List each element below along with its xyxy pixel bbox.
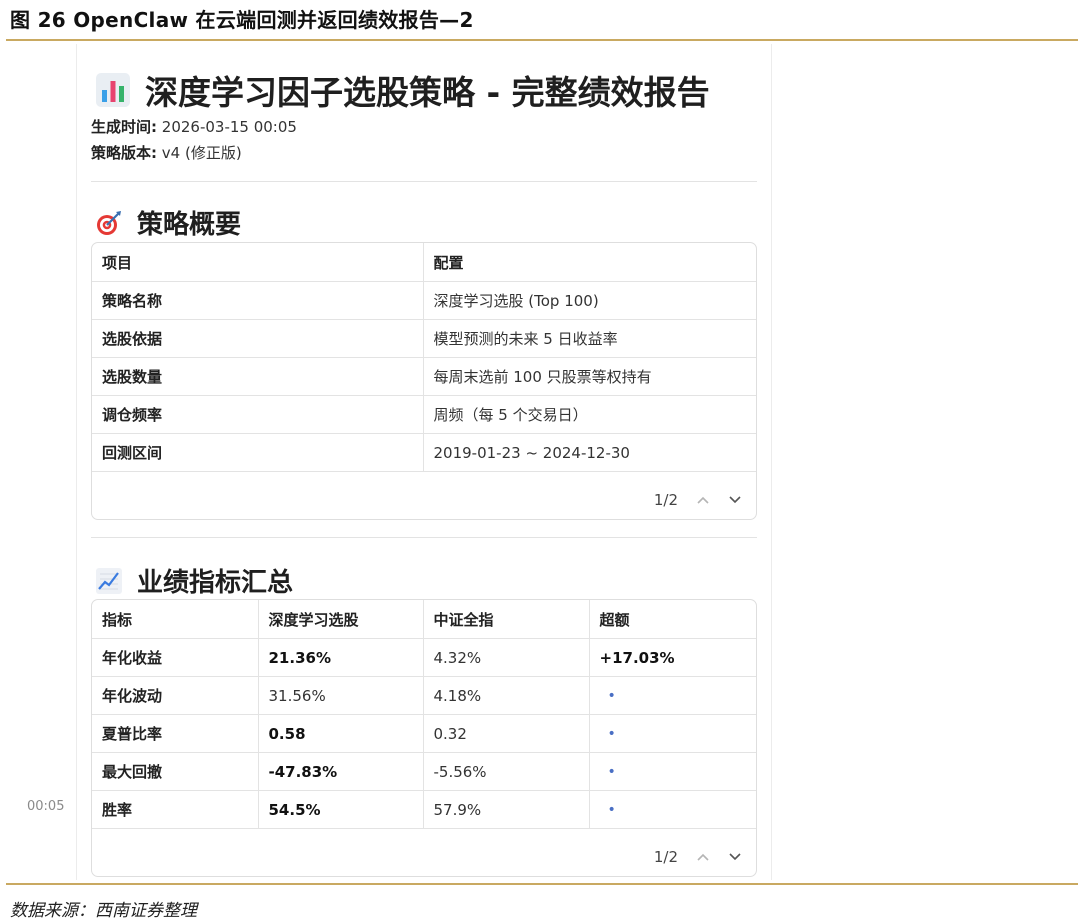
summary-heading-text: 策略概要 [137, 210, 242, 240]
strategy-version: 策略版本: v4 (修正版) [91, 142, 242, 163]
summary-pager: 1/2 [654, 491, 742, 509]
table-cell: 54.5% [258, 790, 424, 829]
table-row: 选股数量 每周末选前 100 只股票等权持有 [92, 357, 756, 396]
table-cell: 夏普比率 [92, 714, 259, 753]
column-header: 深度学习选股 [258, 600, 424, 639]
table-cell: -5.56% [423, 752, 590, 791]
table-row: 胜率 54.5% 57.9% • [92, 790, 756, 829]
bar-chart-icon [96, 73, 130, 107]
summary-table: 项目 配置 策略名称 深度学习选股 (Top 100) 选股依据 模型预测的未来… [92, 243, 756, 472]
generated-value: 2026-03-15 00:05 [161, 118, 297, 136]
page-indicator: 1/2 [653, 491, 678, 509]
figure-source: 数据来源：西南证券整理 [10, 901, 197, 921]
table-header-row: 项目 配置 [92, 243, 756, 282]
chevron-up-icon[interactable] [696, 852, 710, 862]
version-label: 策略版本: [91, 144, 157, 162]
metrics-table-container: 指标 深度学习选股 中证全指 超额 年化收益 21.36% 4.32% +17.… [91, 599, 757, 877]
column-header: 中证全指 [423, 600, 590, 639]
table-cell: 2019-01-23 ~ 2024-12-30 [423, 433, 756, 472]
table-cell: • [589, 790, 756, 829]
table-cell: 0.58 [258, 714, 424, 753]
table-row: 回测区间 2019-01-23 ~ 2024-12-30 [92, 433, 756, 472]
metrics-heading: 业绩指标汇总 [95, 562, 293, 599]
table-cell: 年化波动 [92, 676, 259, 715]
table-cell: 0.32 [423, 714, 590, 753]
table-cell: 调仓频率 [92, 395, 424, 434]
table-cell: 策略名称 [92, 281, 424, 320]
metrics-heading-text: 业绩指标汇总 [137, 568, 294, 598]
table-cell: -47.83% [258, 752, 424, 791]
table-cell: 4.32% [423, 638, 590, 677]
table-cell: 胜率 [92, 790, 259, 829]
table-cell: 模型预测的未来 5 日收益率 [423, 319, 756, 358]
summary-heading: 策略概要 [95, 204, 241, 241]
table-cell: • [589, 676, 756, 715]
version-value: v4 (修正版) [161, 144, 242, 162]
column-header: 项目 [92, 243, 424, 282]
table-cell: 周频（每 5 个交易日） [423, 395, 756, 434]
generated-label: 生成时间: [91, 118, 157, 136]
chevron-up-icon[interactable] [696, 495, 710, 505]
table-cell: 57.9% [423, 790, 590, 829]
bottom-rule [6, 883, 1078, 885]
table-row: 年化收益 21.36% 4.32% +17.03% [92, 638, 756, 677]
column-header: 指标 [92, 600, 259, 639]
table-cell: 选股依据 [92, 319, 424, 358]
table-cell: 4.18% [423, 676, 590, 715]
trend-chart-icon [96, 567, 122, 594]
figure-title: 图 26 OpenClaw 在云端回测并返回绩效报告—2 [10, 8, 474, 32]
table-row: 夏普比率 0.58 0.32 • [92, 714, 756, 753]
table-cell: 年化收益 [92, 638, 259, 677]
divider [91, 181, 757, 182]
side-timestamp: 00:05 [27, 799, 65, 814]
table-row: 策略名称 深度学习选股 (Top 100) [92, 281, 756, 320]
table-cell: 31.56% [258, 676, 424, 715]
table-row: 选股依据 模型预测的未来 5 日收益率 [92, 319, 756, 358]
table-header-row: 指标 深度学习选股 中证全指 超额 [92, 600, 756, 639]
page-indicator: 1/2 [653, 848, 678, 866]
table-cell: 深度学习选股 (Top 100) [423, 281, 756, 320]
top-rule [6, 39, 1078, 41]
chevron-down-icon[interactable] [728, 495, 742, 505]
table-cell: 回测区间 [92, 433, 424, 472]
table-cell: 21.36% [258, 638, 424, 677]
table-cell: +17.03% [589, 638, 756, 677]
table-row: 最大回撤 -47.83% -5.56% • [92, 752, 756, 791]
generated-time: 生成时间: 2026-03-15 00:05 [91, 116, 297, 137]
table-cell: 选股数量 [92, 357, 424, 396]
metrics-pager: 1/2 [654, 848, 742, 866]
column-header: 配置 [423, 243, 756, 282]
report-title: 深度学习因子选股策略 - 完整绩效报告 [95, 66, 710, 114]
table-cell: 最大回撤 [92, 752, 259, 791]
summary-table-container: 项目 配置 策略名称 深度学习选股 (Top 100) 选股依据 模型预测的未来… [91, 242, 757, 520]
report-window: 深度学习因子选股策略 - 完整绩效报告 生成时间: 2026-03-15 00:… [76, 44, 772, 880]
column-header: 超额 [589, 600, 756, 639]
table-cell: • [589, 752, 756, 791]
table-cell: • [589, 714, 756, 753]
table-cell: 每周末选前 100 只股票等权持有 [423, 357, 756, 396]
table-row: 调仓频率 周频（每 5 个交易日） [92, 395, 756, 434]
divider [91, 537, 757, 538]
metrics-table: 指标 深度学习选股 中证全指 超额 年化收益 21.36% 4.32% +17.… [92, 600, 756, 829]
report-title-text: 深度学习因子选股策略 - 完整绩效报告 [145, 73, 710, 112]
table-row: 年化波动 31.56% 4.18% • [92, 676, 756, 715]
target-icon [97, 210, 121, 235]
chevron-down-icon[interactable] [728, 852, 742, 862]
